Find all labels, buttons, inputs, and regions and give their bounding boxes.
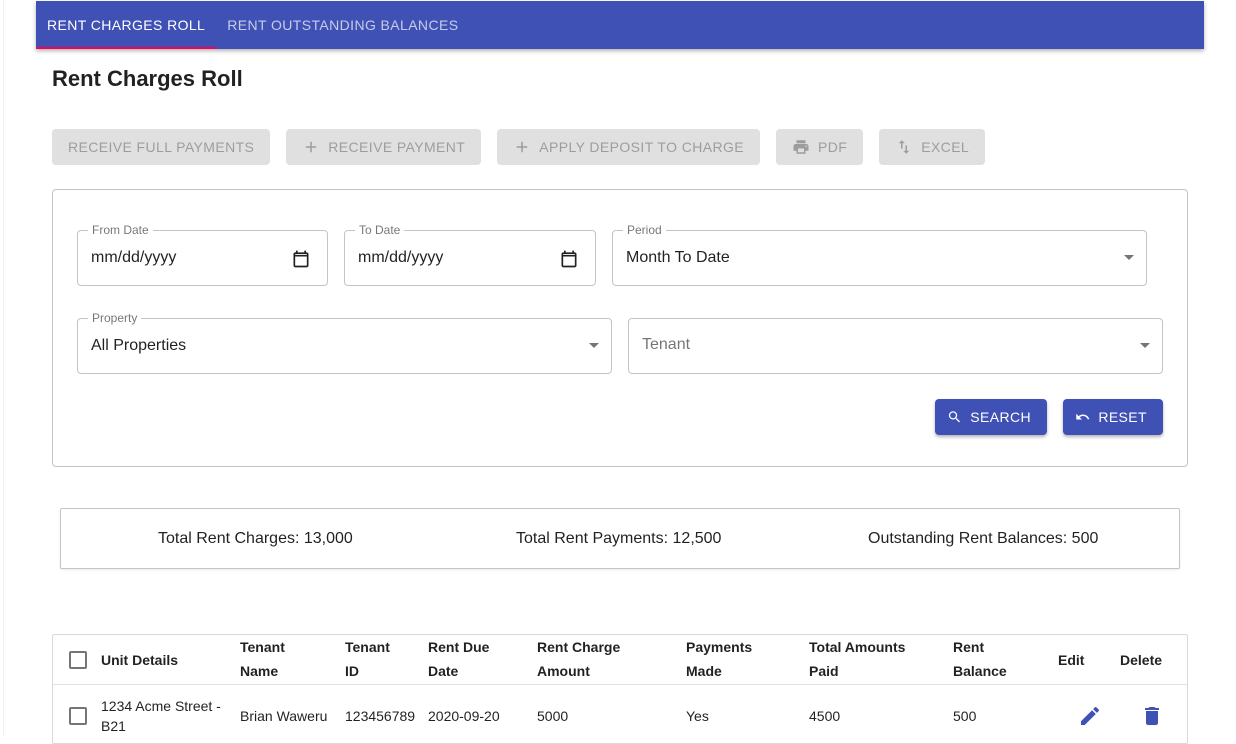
header-rent-charge-amount-line2: Amount — [537, 663, 590, 679]
outstanding-rent-balances: Outstanding Rent Balances: 500 — [868, 530, 1099, 547]
from-date-field[interactable]: From Date mm/dd/yyyy — [77, 223, 328, 286]
cell-unit-details-line1: 1234 Acme Street - — [101, 698, 221, 714]
total-rent-charges: Total Rent Charges: 13,000 — [158, 530, 353, 547]
header-rent-charge-amount-line1: Rent Charge — [537, 639, 621, 655]
cell-payments-made: Yes — [686, 708, 709, 724]
property-value: All Properties — [91, 337, 187, 354]
cell-rent-due-date: 2020-09-20 — [428, 708, 500, 724]
receive-full-payments-button[interactable]: RECEIVE FULL PAYMENTS — [52, 129, 271, 165]
header-tenant-id-line2: ID — [345, 663, 359, 679]
cell-rent-charge-amount: 5000 — [537, 708, 569, 724]
header-tenant-name-line2: Name — [240, 663, 279, 679]
header-total-amounts-paid-line1: Total Amounts — [809, 639, 906, 655]
page-edge — [3, 0, 4, 736]
header-unit-details: Unit Details — [101, 652, 179, 668]
property-label: Property — [88, 311, 142, 325]
header-rent-balance-line1: Rent — [953, 639, 985, 655]
cell-rent-balance: 500 — [953, 708, 977, 724]
from-date-value: mm/dd/yyyy — [91, 249, 177, 266]
reset-button[interactable]: RESET — [1063, 399, 1163, 435]
edit-icon — [1081, 706, 1100, 725]
header-tenant-name-line1: Tenant — [240, 639, 285, 655]
pdf-button[interactable]: PDF — [776, 129, 864, 165]
total-rent-payments: Total Rent Payments: 12,500 — [516, 530, 722, 547]
cell-tenant-id: 123456789 — [345, 708, 416, 724]
cell-unit-details-line2: B21 — [101, 718, 126, 734]
tenant-placeholder: Tenant — [642, 336, 691, 353]
header-rent-due-date: Rent Due Date — [428, 635, 489, 683]
table-header: Unit Details Tenant Name Tenant ID Rent … — [53, 635, 1187, 685]
from-date-label: From Date — [88, 223, 153, 237]
tab-bar: RENT CHARGES ROLL RENT OUTSTANDING BALAN… — [36, 1, 1204, 49]
cell-tenant-name: Brian Waweru — [240, 708, 328, 724]
action-toolbar: RECEIVE FULL PAYMENTS RECEIVE PAYMENT AP… — [52, 129, 986, 165]
reset-label: RESET — [1098, 409, 1147, 425]
to-date-label: To Date — [355, 223, 405, 237]
period-select[interactable]: Period Month To Date — [612, 223, 1147, 286]
page-title: Rent Charges Roll — [52, 66, 243, 91]
header-payments-made: Payments Made — [686, 635, 752, 683]
receive-full-payments-label: RECEIVE FULL PAYMENTS — [68, 139, 255, 155]
chevron-down-icon — [1124, 255, 1134, 260]
row-checkbox[interactable] — [69, 707, 87, 725]
header-delete: Delete — [1120, 652, 1163, 668]
plus-icon — [517, 141, 528, 153]
calendar-icon[interactable] — [291, 249, 311, 269]
header-tenant-id-line1: Tenant — [345, 639, 390, 655]
receive-payment-button[interactable]: RECEIVE PAYMENT — [286, 129, 482, 165]
pdf-label: PDF — [818, 139, 848, 155]
totals-summary: Total Rent Charges: 13,000 Total Rent Pa… — [60, 508, 1180, 569]
tenant-select[interactable]: Tenant — [628, 318, 1163, 374]
excel-button[interactable]: EXCEL — [879, 129, 986, 165]
calendar-icon[interactable] — [559, 249, 579, 269]
search-button[interactable]: SEARCH — [935, 399, 1047, 435]
header-total-amounts-paid: Total Amounts Paid — [809, 635, 905, 683]
header-tenant-id: Tenant ID — [345, 635, 390, 683]
period-value: Month To Date — [626, 249, 730, 266]
header-rent-balance: Rent Balance — [953, 635, 1007, 683]
excel-label: EXCEL — [921, 139, 970, 155]
to-date-field[interactable]: To Date mm/dd/yyyy — [344, 223, 596, 286]
tab-rent-outstanding-balances[interactable]: RENT OUTSTANDING BALANCES — [216, 1, 469, 49]
rent-charges-table: Unit Details Tenant Name Tenant ID Rent … — [52, 634, 1188, 744]
filter-panel: From Date mm/dd/yyyy To Date mm/dd/yyyy … — [52, 189, 1188, 467]
receive-payment-label: RECEIVE PAYMENT — [328, 139, 466, 155]
undo-icon — [1076, 413, 1090, 420]
apply-deposit-label: APPLY DEPOSIT TO CHARGE — [539, 139, 744, 155]
edit-button[interactable] — [1078, 704, 1102, 728]
header-payments-made-line1: Payments — [686, 639, 753, 655]
period-label: Period — [623, 223, 666, 237]
property-select[interactable]: Property All Properties — [77, 311, 612, 374]
tab-rent-charges-roll[interactable]: RENT CHARGES ROLL — [36, 1, 217, 49]
header-edit: Edit — [1058, 652, 1085, 668]
header-payments-made-line2: Made — [686, 663, 722, 679]
cell-unit-details: 1234 Acme Street - B21 — [101, 696, 221, 736]
header-rent-due-date-line1: Rent Due — [428, 639, 490, 655]
select-all-checkbox[interactable] — [69, 651, 87, 669]
delete-button[interactable] — [1140, 704, 1164, 728]
header-rent-due-date-line2: Date — [428, 663, 459, 679]
delete-icon — [1145, 707, 1159, 725]
search-label: SEARCH — [970, 409, 1031, 425]
header-total-amounts-paid-line2: Paid — [809, 663, 839, 679]
apply-deposit-button[interactable]: APPLY DEPOSIT TO CHARGE — [497, 129, 760, 165]
print-icon — [793, 140, 809, 154]
header-tenant-name: Tenant Name — [240, 635, 285, 683]
cell-total-amounts-paid: 4500 — [809, 708, 841, 724]
swap-vert-icon — [898, 140, 910, 154]
chevron-down-icon — [589, 343, 599, 348]
chevron-down-icon — [1140, 343, 1150, 348]
header-rent-balance-line2: Balance — [953, 663, 1007, 679]
plus-icon — [306, 141, 317, 153]
search-icon — [948, 411, 961, 423]
header-rent-charge-amount: Rent Charge Amount — [537, 635, 620, 683]
to-date-value: mm/dd/yyyy — [358, 249, 444, 266]
